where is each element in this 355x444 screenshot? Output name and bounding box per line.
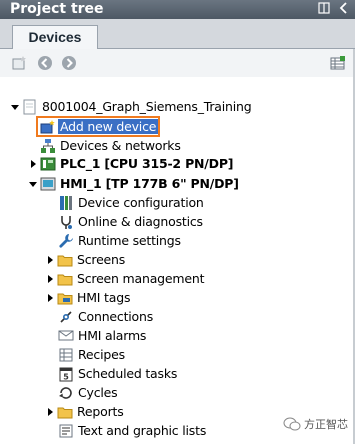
folder-icon [57,404,73,420]
hmi-panel-icon [40,176,56,192]
calendar-icon: 5 [58,366,74,382]
hmi-child-label: Text and graphic lists [78,423,207,438]
tree-item-screen-management[interactable]: Screen management [45,269,204,288]
connections-icon [58,309,74,325]
device-configuration-icon [58,195,74,211]
forward-icon[interactable] [61,55,77,71]
tree-item-project[interactable]: 8001004_Graph_Siemens_Training [10,97,252,116]
hmi-child-label: Recipes [78,347,125,362]
hmi-child-label: Runtime settings [78,233,181,248]
cycles-icon [58,385,74,401]
svg-text:5: 5 [63,372,69,381]
tab-devices[interactable]: Devices [12,25,98,50]
tags-folder-icon [57,290,73,306]
tree-item-cycles[interactable]: Cycles [58,383,118,402]
tree-item-hmi-tags[interactable]: HMI tags [45,288,130,307]
hmi-child-label: Reports [77,404,124,419]
folder-icon [57,252,73,268]
expand-right-icon[interactable] [45,274,55,284]
plc-label: PLC_1 [CPU 315-2 PN/DP] [60,156,234,171]
expand-right-icon[interactable] [45,293,55,303]
expand-right-icon[interactable] [28,159,38,169]
panel-title: Project tree [10,1,104,17]
watermark-text: 方正智芯 [304,419,348,431]
expand-down-icon[interactable] [28,179,38,189]
tree-item-plc[interactable]: PLC_1 [CPU 315-2 PN/DP] [28,154,234,173]
expand-right-icon[interactable] [45,255,55,265]
devices-networks-label: Devices & networks [60,138,181,153]
tree-item-runtime-settings[interactable]: Runtime settings [58,231,181,250]
add-device-icon [40,119,56,135]
hmi-child-label: Scheduled tasks [78,366,178,381]
tab-strip: Devices [0,19,355,50]
tree-item-reports[interactable]: Reports [45,402,124,421]
tree-item-recipes[interactable]: Recipes [58,345,125,364]
tree-item-add-new-device[interactable]: Add new device [40,117,159,136]
wechat-logo-icon [283,417,301,431]
collapse-panel-icon[interactable] [337,2,351,16]
project-tree-titlebar: Project tree [0,0,355,19]
recipes-icon [58,347,74,363]
hmi-child-label: Screens [77,252,126,267]
hmi-label: HMI_1 [TP 177B 6" PN/DP] [60,176,239,191]
watermark: 方正智芯 [283,416,348,432]
hmi-child-label: HMI tags [77,290,131,305]
split-view-icon[interactable] [317,2,331,16]
overview-table-icon[interactable] [330,55,346,71]
new-group-icon[interactable] [12,55,28,71]
network-icon [40,138,56,154]
folder-icon [57,271,73,287]
add-new-device-label: Add new device [58,119,159,134]
project-name: 8001004_Graph_Siemens_Training [42,99,252,114]
alarms-icon [58,328,74,344]
online-diagnostics-icon [58,214,74,230]
hmi-child-label: Device configuration [78,195,204,210]
tree-item-connections[interactable]: Connections [58,307,153,326]
tree-item-screens[interactable]: Screens [45,250,125,269]
hmi-child-label: Online & diagnostics [78,214,203,229]
tree-item-hmi[interactable]: HMI_1 [TP 177B 6" PN/DP] [28,174,239,193]
hmi-child-label: Connections [78,309,154,324]
tree-item-online-diagnostics[interactable]: Online & diagnostics [58,212,203,231]
project-tree-toolbar [0,49,355,77]
expand-down-icon[interactable] [10,102,20,112]
tree-item-devices-networks[interactable]: Devices & networks [40,136,181,155]
tree-item-device-configuration[interactable]: Device configuration [58,193,204,212]
hmi-child-label: Screen management [77,271,205,286]
tree-item-hmi-alarms[interactable]: HMI alarms [58,326,146,345]
text-lists-icon [58,423,74,439]
project-document-icon [22,99,38,115]
wrench-icon [58,233,74,249]
tree-item-text-graphic-lists[interactable]: Text and graphic lists [58,421,206,440]
hmi-child-label: HMI alarms [78,328,147,343]
plc-icon [40,156,56,172]
expand-right-icon[interactable] [45,407,55,417]
hmi-child-label: Cycles [78,385,118,400]
tree-item-scheduled-tasks[interactable]: 5 Scheduled tasks [58,364,177,383]
back-icon[interactable] [37,55,53,71]
